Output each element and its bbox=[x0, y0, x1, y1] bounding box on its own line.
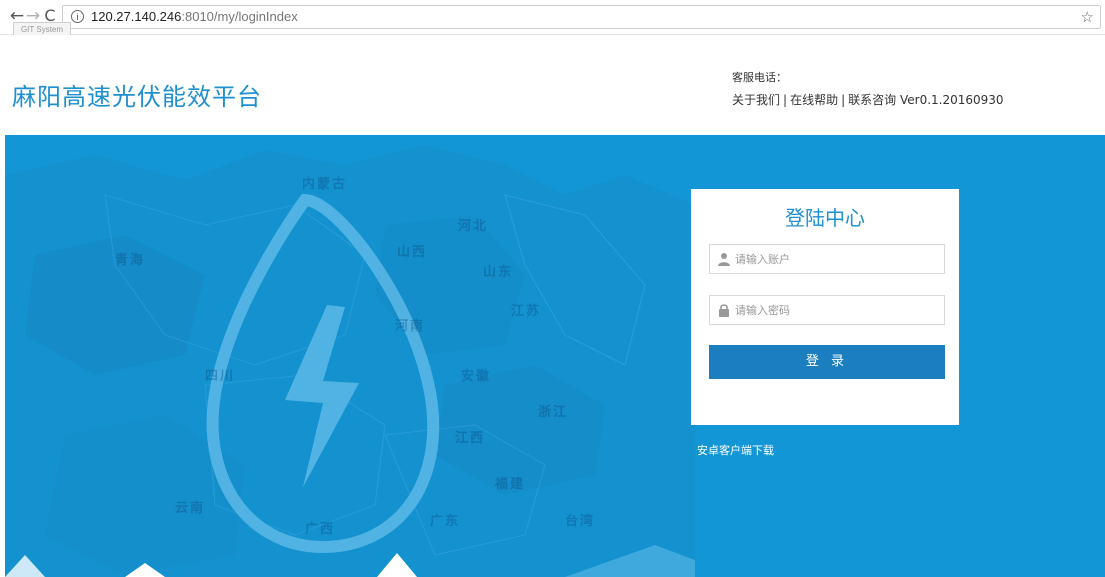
service-phone-label: 客服电话： bbox=[732, 71, 787, 84]
address-bar[interactable]: i 120.27.140.246:8010/my/loginIndex ☆ bbox=[62, 5, 1101, 29]
map-label: 广西 bbox=[305, 522, 336, 537]
site-header: 麻阳高速光伏能效平台 客服电话： 关于我们 | 在线帮助 | 联系咨询 Ver0.1.2… bbox=[0, 35, 1105, 135]
map-label: 广东 bbox=[430, 514, 461, 529]
site-title: 麻阳高速光伏能效平台 bbox=[12, 83, 262, 111]
link-separator: | bbox=[783, 93, 788, 107]
map-label: 山西 bbox=[397, 245, 428, 260]
browser-toolbar: ← → C i 120.27.140.246:8010/my/loginInde… bbox=[0, 0, 1105, 38]
map-label: 江西 bbox=[455, 431, 486, 446]
account-field[interactable] bbox=[709, 244, 945, 274]
map-label: 福建 bbox=[495, 477, 526, 492]
url-path: :8010/my/loginIndex bbox=[181, 9, 298, 24]
login-panel: 登陆中心 登 录 bbox=[691, 189, 959, 425]
map-label: 云南 bbox=[175, 501, 206, 516]
lock-icon bbox=[719, 304, 729, 317]
password-input[interactable] bbox=[735, 296, 940, 324]
online-help-link[interactable]: 在线帮助 bbox=[790, 93, 838, 107]
login-banner: 内蒙古 青海 河北 山西 山东 江苏 河南 四川 安徽 浙江 江西 福建 云南 … bbox=[5, 135, 1105, 577]
android-download-link[interactable]: 安卓客户端下载 bbox=[697, 442, 774, 458]
version-text: Ver0.1.20160930 bbox=[899, 93, 1004, 107]
url-host: 120.27.140.246 bbox=[91, 9, 182, 24]
login-title: 登陆中心 bbox=[785, 206, 865, 230]
account-input[interactable] bbox=[735, 245, 940, 273]
header-links: 关于我们 | 在线帮助 | 联系咨询 Ver0.1.20160930 bbox=[732, 91, 1004, 108]
bookmark-star-icon[interactable]: ☆ bbox=[1081, 8, 1094, 26]
contact-link[interactable]: 联系咨询 bbox=[848, 93, 896, 107]
map-label: 江苏 bbox=[511, 304, 542, 319]
map-label: 青海 bbox=[115, 253, 146, 268]
url-text[interactable]: 120.27.140.246:8010/my/loginIndex bbox=[91, 9, 298, 25]
about-us-link[interactable]: 关于我们 bbox=[732, 93, 780, 107]
user-icon bbox=[718, 253, 730, 266]
map-label: 台湾 bbox=[565, 514, 596, 529]
link-separator: | bbox=[841, 93, 846, 107]
map-label: 河南 bbox=[395, 319, 426, 334]
map-label: 浙江 bbox=[538, 405, 569, 420]
login-button[interactable]: 登 录 bbox=[709, 345, 945, 379]
map-label: 安徽 bbox=[461, 369, 492, 384]
password-field[interactable] bbox=[709, 295, 945, 325]
map-label: 内蒙古 bbox=[302, 177, 348, 192]
map-label: 四川 bbox=[205, 369, 236, 384]
map-label: 山东 bbox=[483, 265, 514, 280]
map-label: 河北 bbox=[458, 219, 489, 234]
site-info-icon[interactable]: i bbox=[71, 10, 84, 23]
